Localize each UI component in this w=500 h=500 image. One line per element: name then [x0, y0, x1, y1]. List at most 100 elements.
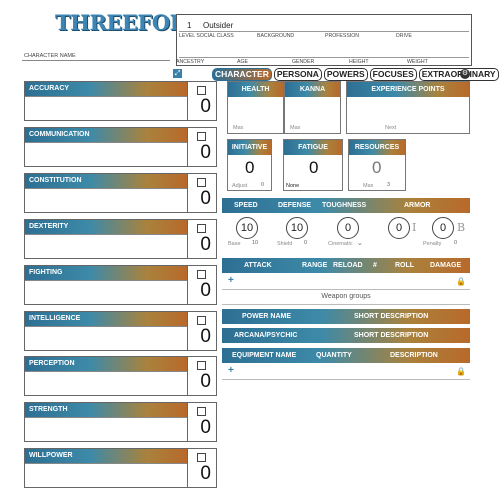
- header-info-box: 1 Outsider LEVEL SOCIAL CLASS BACKGROUND…: [176, 14, 472, 66]
- penalty-value[interactable]: 0: [454, 240, 457, 246]
- lock-icon[interactable]: 🔒: [456, 277, 466, 286]
- add-equipment-button[interactable]: +: [228, 365, 234, 376]
- count-col: #: [373, 262, 377, 269]
- drive-label: DRIVE: [396, 33, 412, 39]
- tab-persona[interactable]: PERSONA: [273, 68, 322, 81]
- profession-label: PROFESSION: [325, 33, 360, 39]
- roll-col: ROLL: [395, 262, 415, 269]
- expand-icon[interactable]: ⤢: [173, 69, 182, 78]
- attribute-notes[interactable]: [25, 96, 187, 121]
- toughness-value[interactable]: 0: [337, 217, 359, 239]
- attribute-accuracy: ACCURACY 0: [24, 81, 217, 121]
- attribute-notes[interactable]: [25, 326, 187, 351]
- attribute-perception: PERCEPTION 0: [24, 356, 217, 396]
- resources-label: RESOURCES: [349, 140, 405, 155]
- arcana-name-col: ARCANA/PSYCHIC: [234, 332, 298, 339]
- attribute-label: COMMUNICATION: [25, 128, 187, 142]
- attribute-communication: COMMUNICATION 0: [24, 127, 217, 167]
- shield-label: Shield: [277, 241, 293, 247]
- fatigue-status[interactable]: None: [286, 183, 299, 189]
- kanna-label: KANNA: [285, 82, 340, 97]
- attribute-value[interactable]: 0: [200, 142, 211, 164]
- chevron-down-icon[interactable]: ⌄: [357, 239, 363, 247]
- resources-panel: RESOURCES 0 Max 3: [348, 139, 406, 191]
- cinematic-label[interactable]: Cinematic: [328, 241, 352, 247]
- attribute-value[interactable]: 0: [200, 96, 211, 118]
- fatigue-panel: FATIGUE 0 None: [283, 139, 343, 191]
- height-label: HEIGHT: [349, 59, 369, 65]
- combat-header: SPEED DEFENSE TOUGHNESS ARMOR: [222, 198, 470, 213]
- tab-extraordinary[interactable]: EXTRAORDINARY: [418, 68, 499, 81]
- speed-header: SPEED: [234, 202, 258, 209]
- level-value[interactable]: 1: [187, 21, 191, 30]
- adjust-label: Adjust: [232, 183, 248, 189]
- tab-powers[interactable]: POWERS: [323, 68, 368, 81]
- attribute-notes[interactable]: [25, 417, 187, 442]
- attribute-label: ACCURACY: [25, 82, 187, 96]
- attribute-label: DEXTERITY: [25, 220, 187, 234]
- attribute-notes[interactable]: [25, 234, 187, 259]
- attribute-label: INTELLIGENCE: [25, 312, 187, 326]
- divider: [222, 289, 470, 290]
- health-label: HEALTH: [228, 82, 283, 97]
- initiative-value[interactable]: 0: [245, 158, 254, 178]
- attribute-notes[interactable]: [25, 142, 187, 167]
- kanna-max-label: Max: [290, 125, 301, 131]
- power-description-col: SHORT DESCRIPTION: [354, 313, 429, 320]
- attribute-intelligence: INTELLIGENCE 0: [24, 311, 217, 351]
- social-class-value[interactable]: Outsider: [203, 21, 233, 30]
- resources-max-value[interactable]: 3: [387, 182, 390, 188]
- arcana-table-header: ARCANA/PSYCHIC SHORT DESCRIPTION: [222, 328, 470, 343]
- attribute-value[interactable]: 0: [200, 371, 211, 393]
- resources-max-label: Max: [363, 183, 374, 189]
- background-label: BACKGROUND: [257, 33, 295, 39]
- resources-value[interactable]: 0: [372, 158, 381, 178]
- add-attack-button[interactable]: +: [228, 275, 234, 286]
- age-label: AGE: [237, 59, 248, 65]
- lock-icon[interactable]: 🔒: [456, 367, 466, 376]
- damage-col: DAMAGE: [430, 262, 462, 269]
- tab-character[interactable]: CHARACTER: [212, 68, 272, 81]
- fatigue-value[interactable]: 0: [309, 158, 318, 178]
- experience-panel: EXPERIENCE POINTS Next: [346, 81, 470, 134]
- divider: [222, 379, 470, 380]
- attribute-value[interactable]: 0: [200, 234, 211, 256]
- attribute-value[interactable]: 0: [200, 417, 211, 439]
- character-name-field[interactable]: [22, 60, 170, 61]
- powers-table-header: POWER NAME SHORT DESCRIPTION: [222, 309, 470, 324]
- attribute-notes[interactable]: [25, 463, 187, 488]
- health-panel: HEALTH Max: [227, 81, 284, 134]
- fatigue-label: FATIGUE: [284, 140, 342, 155]
- power-name-col: POWER NAME: [242, 313, 291, 320]
- attribute-value[interactable]: 0: [200, 326, 211, 348]
- initiative-panel: INITIATIVE 0 Adjust 0: [227, 139, 272, 191]
- combat-panel: SPEED DEFENSE TOUGHNESS ARMOR 10 10 0 0 …: [222, 198, 470, 253]
- shield-value[interactable]: 0: [304, 240, 307, 246]
- tab-focuses[interactable]: FOCUSES: [369, 68, 417, 81]
- armor-ballistic-value[interactable]: 0: [432, 217, 454, 239]
- attribute-value[interactable]: 0: [200, 280, 211, 302]
- attribute-willpower: WILLPOWER 0: [24, 448, 217, 488]
- attribute-notes[interactable]: [25, 371, 187, 396]
- defense-header: DEFENSE: [278, 202, 312, 209]
- attribute-notes[interactable]: [25, 280, 187, 305]
- attribute-value[interactable]: 0: [200, 188, 211, 210]
- attribute-notes[interactable]: [25, 188, 187, 213]
- attribute-value[interactable]: 0: [200, 463, 211, 485]
- defense-value[interactable]: 10: [286, 217, 308, 239]
- initiative-label: INITIATIVE: [228, 140, 271, 155]
- weapon-groups-label[interactable]: Weapon groups: [222, 293, 470, 300]
- adjust-value[interactable]: 0: [261, 182, 264, 188]
- level-social-label: LEVEL SOCIAL CLASS: [179, 33, 234, 39]
- description-col: DESCRIPTION: [390, 352, 438, 359]
- attribute-label: PERCEPTION: [25, 357, 187, 371]
- armor-ballistic-label: B: [457, 221, 466, 234]
- base-label: Base: [228, 241, 241, 247]
- base-value[interactable]: 10: [252, 240, 258, 246]
- armor-impact-value[interactable]: 0: [388, 217, 410, 239]
- ancestry-label: ANCESTRY: [176, 59, 205, 65]
- gear-icon[interactable]: ⚙: [460, 69, 470, 79]
- armor-impact-label: I: [412, 221, 417, 234]
- attribute-label: STRENGTH: [25, 403, 187, 417]
- speed-value[interactable]: 10: [236, 217, 258, 239]
